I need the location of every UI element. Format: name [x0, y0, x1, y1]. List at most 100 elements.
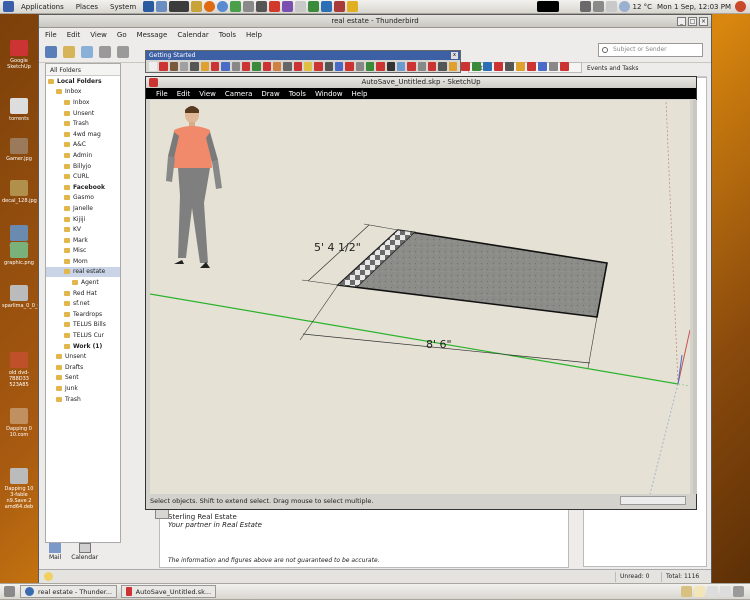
- launcher-icon[interactable]: [217, 1, 229, 12]
- getting-started-title[interactable]: Getting Started x: [146, 51, 460, 60]
- folder-item[interactable]: Trash: [46, 118, 120, 129]
- launcher-icon[interactable]: [295, 1, 307, 12]
- launcher-icon[interactable]: [230, 1, 242, 12]
- tool-icon[interactable]: [241, 62, 251, 71]
- human-figure[interactable]: [166, 106, 222, 268]
- desktop-icon[interactable]: Dapping 10 3-fable n9.Save 2 amd64.deb: [2, 468, 36, 510]
- tool-icon[interactable]: [231, 62, 240, 71]
- folder-item[interactable]: Billyjo: [46, 161, 120, 172]
- menu-edit[interactable]: Edit: [67, 31, 81, 39]
- trash-icon[interactable]: [733, 586, 744, 597]
- address-book-icon[interactable]: [81, 45, 93, 58]
- desktop-icon[interactable]: Google SketchUp: [2, 40, 36, 70]
- folder-item[interactable]: Trash: [46, 394, 120, 405]
- launcher-icon[interactable]: [243, 1, 255, 12]
- launcher-icon[interactable]: [308, 1, 320, 12]
- network-icon[interactable]: [579, 1, 591, 12]
- sketchup-menu-file[interactable]: File: [156, 90, 168, 98]
- mail-mode-button[interactable]: Mail: [49, 543, 61, 565]
- folder-item[interactable]: Drafts: [46, 362, 120, 373]
- tool-icon[interactable]: [483, 61, 492, 71]
- menu-system[interactable]: System: [110, 3, 136, 11]
- tool-icon[interactable]: [461, 61, 470, 71]
- folder-item[interactable]: real estate: [46, 266, 120, 278]
- folder-item[interactable]: Kijiji: [46, 214, 120, 225]
- thunderbird-titlebar[interactable]: real estate - Thunderbird _ □ ×: [39, 15, 711, 28]
- measurements-box[interactable]: [620, 496, 686, 505]
- close-button[interactable]: ×: [699, 17, 708, 26]
- folder-item[interactable]: Inbox: [46, 87, 120, 98]
- workspace-icon[interactable]: [720, 586, 731, 597]
- task-thunderbird[interactable]: real estate - Thunder...: [20, 585, 118, 598]
- folder-item[interactable]: sf.net: [46, 298, 120, 309]
- tool-icon[interactable]: [407, 62, 416, 71]
- folder-item[interactable]: Agent: [46, 277, 120, 288]
- folder-item[interactable]: CURL: [46, 171, 120, 182]
- menu-file[interactable]: File: [45, 31, 57, 39]
- launcher-icon[interactable]: [347, 1, 359, 12]
- dimension-length-label[interactable]: 8' 6": [426, 338, 452, 351]
- reply-all-icon[interactable]: [117, 45, 129, 58]
- desktop-icon[interactable]: decal_128.jpg: [2, 180, 37, 204]
- tool-icon[interactable]: [417, 62, 426, 71]
- calendar-mode-button[interactable]: Calendar: [71, 543, 98, 565]
- task-sketchup[interactable]: AutoSave_Untitled.sk...: [121, 585, 217, 598]
- tool-icon[interactable]: [345, 62, 354, 71]
- tool-icon[interactable]: [169, 62, 178, 71]
- launcher-icon[interactable]: [321, 1, 333, 12]
- menu-go[interactable]: Go: [117, 31, 127, 39]
- maximize-button[interactable]: □: [688, 17, 697, 26]
- folder-item[interactable]: A&C: [46, 140, 120, 151]
- write-icon[interactable]: [63, 45, 75, 58]
- folder-item[interactable]: Mark: [46, 235, 120, 246]
- tool-icon[interactable]: [549, 61, 558, 71]
- reply-icon[interactable]: [99, 45, 111, 58]
- launcher-icon[interactable]: [269, 1, 281, 12]
- folder-item[interactable]: Admin: [46, 150, 120, 161]
- folder-item[interactable]: Junk: [46, 383, 120, 394]
- concrete-slab[interactable]: [336, 229, 608, 318]
- volume-icon[interactable]: [592, 1, 604, 12]
- tool-icon[interactable]: [527, 61, 536, 71]
- menu-tools[interactable]: Tools: [219, 31, 236, 39]
- get-mail-icon[interactable]: [45, 45, 57, 58]
- tool-icon[interactable]: [334, 62, 344, 71]
- close-button[interactable]: x: [451, 52, 458, 59]
- weather-icon[interactable]: [618, 1, 630, 12]
- folder-pane-header[interactable]: All Folders: [46, 64, 120, 76]
- search-input[interactable]: Subject or Sender: [598, 43, 703, 57]
- dimension-width-label[interactable]: 5' 4 1/2": [314, 241, 361, 254]
- folder-item[interactable]: Local Folders: [46, 76, 120, 87]
- launcher-icon[interactable]: [143, 1, 155, 12]
- workspace-icon[interactable]: [707, 586, 718, 597]
- scrollbar[interactable]: [693, 100, 697, 494]
- menu-view[interactable]: View: [90, 31, 107, 39]
- tool-icon[interactable]: [355, 62, 364, 71]
- sketchup-menu-view[interactable]: View: [199, 90, 216, 98]
- tool-icon[interactable]: [516, 61, 525, 71]
- sketchup-titlebar[interactable]: AutoSave_Untitled.skp - SketchUp: [146, 77, 696, 88]
- sketchup-menu-draw[interactable]: Draw: [261, 90, 279, 98]
- desktop-icon[interactable]: torrents: [2, 98, 36, 122]
- tool-icon[interactable]: [200, 62, 209, 71]
- tool-icon[interactable]: [472, 61, 481, 71]
- folder-item[interactable]: Misc: [46, 246, 120, 257]
- tool-icon[interactable]: [365, 62, 375, 71]
- power-icon[interactable]: [735, 1, 746, 12]
- clock[interactable]: Mon 1 Sep, 12:03 PM: [657, 3, 731, 11]
- system-monitor-icon[interactable]: [536, 1, 559, 12]
- tool-icon[interactable]: [262, 62, 271, 71]
- mail-icon[interactable]: [605, 1, 617, 12]
- folder-item[interactable]: 4wd mag: [46, 129, 120, 140]
- tool-icon[interactable]: [427, 62, 437, 71]
- folder-item[interactable]: Unsent: [46, 351, 120, 362]
- folder-item[interactable]: KV: [46, 224, 120, 235]
- tool-icon[interactable]: [252, 62, 261, 71]
- launcher-icon[interactable]: [256, 1, 268, 12]
- minimize-button[interactable]: _: [677, 17, 686, 26]
- show-desktop-icon[interactable]: [4, 586, 15, 597]
- tool-icon[interactable]: [386, 62, 395, 71]
- desktop-icon[interactable]: sparlima_0_0_0.targz: [2, 285, 55, 309]
- menu-places[interactable]: Places: [76, 3, 98, 11]
- tool-icon[interactable]: [179, 62, 189, 71]
